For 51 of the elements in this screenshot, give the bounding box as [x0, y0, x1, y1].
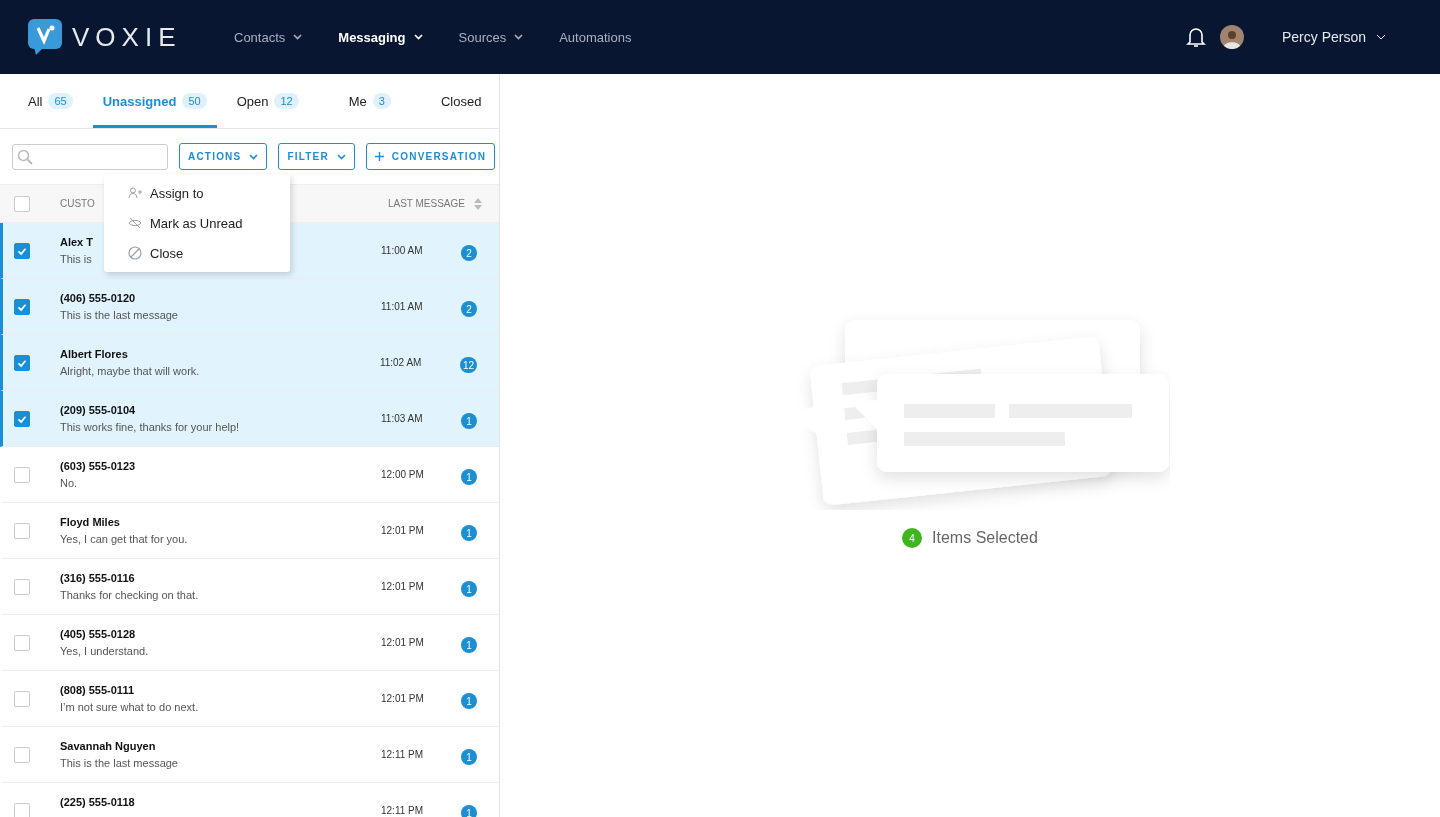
message-time: 11:02 AM — [379, 357, 423, 368]
message-preview: Alright, maybe that will work. — [60, 365, 200, 377]
contact-name: (808) 555-0111 — [60, 684, 134, 696]
unread-count: 2 — [461, 245, 477, 261]
message-time: 12:01 PM — [381, 637, 425, 648]
message-preview: No. — [60, 477, 78, 489]
message-time: 12:00 PM — [381, 469, 425, 480]
contact-name: (225) 555-0118 — [60, 796, 135, 808]
message-preview: Yes, I can get that for you. — [60, 533, 188, 545]
message-preview: Yes, I understand. — [60, 645, 149, 657]
unread-count: 1 — [461, 413, 477, 429]
message-preview: This is — [60, 253, 92, 265]
unread-count: 12 — [459, 357, 477, 373]
contact-name: (406) 555-0120 — [60, 292, 136, 304]
message-time: 11:01 AM — [381, 301, 424, 312]
message-preview: This works fine, thanks for your help! — [60, 421, 240, 433]
count-badge: 4 — [902, 528, 923, 548]
contact-name: Alex T — [60, 236, 93, 248]
contact-name: Floyd Miles — [60, 516, 120, 528]
unread-count: 1 — [461, 525, 477, 541]
message-time: 12:11 PM — [381, 805, 425, 816]
count-badge: 50 — [182, 93, 207, 109]
unread-count: 1 — [461, 637, 477, 653]
contact-name: (316) 555-0116 — [60, 572, 135, 584]
contact-name: (405) 555-0128 — [60, 628, 136, 640]
message-time: 12:11 PM — [381, 749, 425, 760]
message-time: 12:01 PM — [381, 525, 425, 536]
unread-count: 1 — [461, 469, 477, 485]
brand-name: VOXIE — [72, 21, 182, 53]
count-badge: 12 — [274, 93, 299, 109]
contact-name: (603) 555-0123 — [60, 460, 136, 472]
message-time: 12:01 PM — [381, 693, 425, 704]
contact-name: Savannah Nguyen — [60, 740, 156, 752]
message-preview: Thanks for checking on that. — [60, 589, 199, 601]
count-badge: 65 — [48, 93, 73, 109]
message-time: 11:00 AM — [381, 245, 424, 256]
unread-count: 1 — [461, 693, 477, 709]
unread-count: 1 — [461, 749, 477, 765]
selection-label: Items Selected — [932, 529, 1038, 547]
unread-count: 1 — [461, 805, 477, 817]
message-preview: I’m not sure what to do next. — [60, 701, 199, 713]
message-preview: This is the last message — [60, 757, 178, 769]
count-badge: 3 — [372, 93, 391, 109]
message-preview: This is the last message — [60, 309, 178, 321]
unread-count: 1 — [461, 581, 477, 597]
contact-name: Albert Flores — [60, 348, 128, 360]
message-time: 11:03 AM — [381, 413, 424, 424]
message-time: 12:01 PM — [381, 581, 425, 592]
contact-name: (209) 555-0104 — [60, 404, 136, 416]
unread-count: 2 — [461, 301, 477, 317]
column-header: CUSTO — [60, 198, 95, 209]
